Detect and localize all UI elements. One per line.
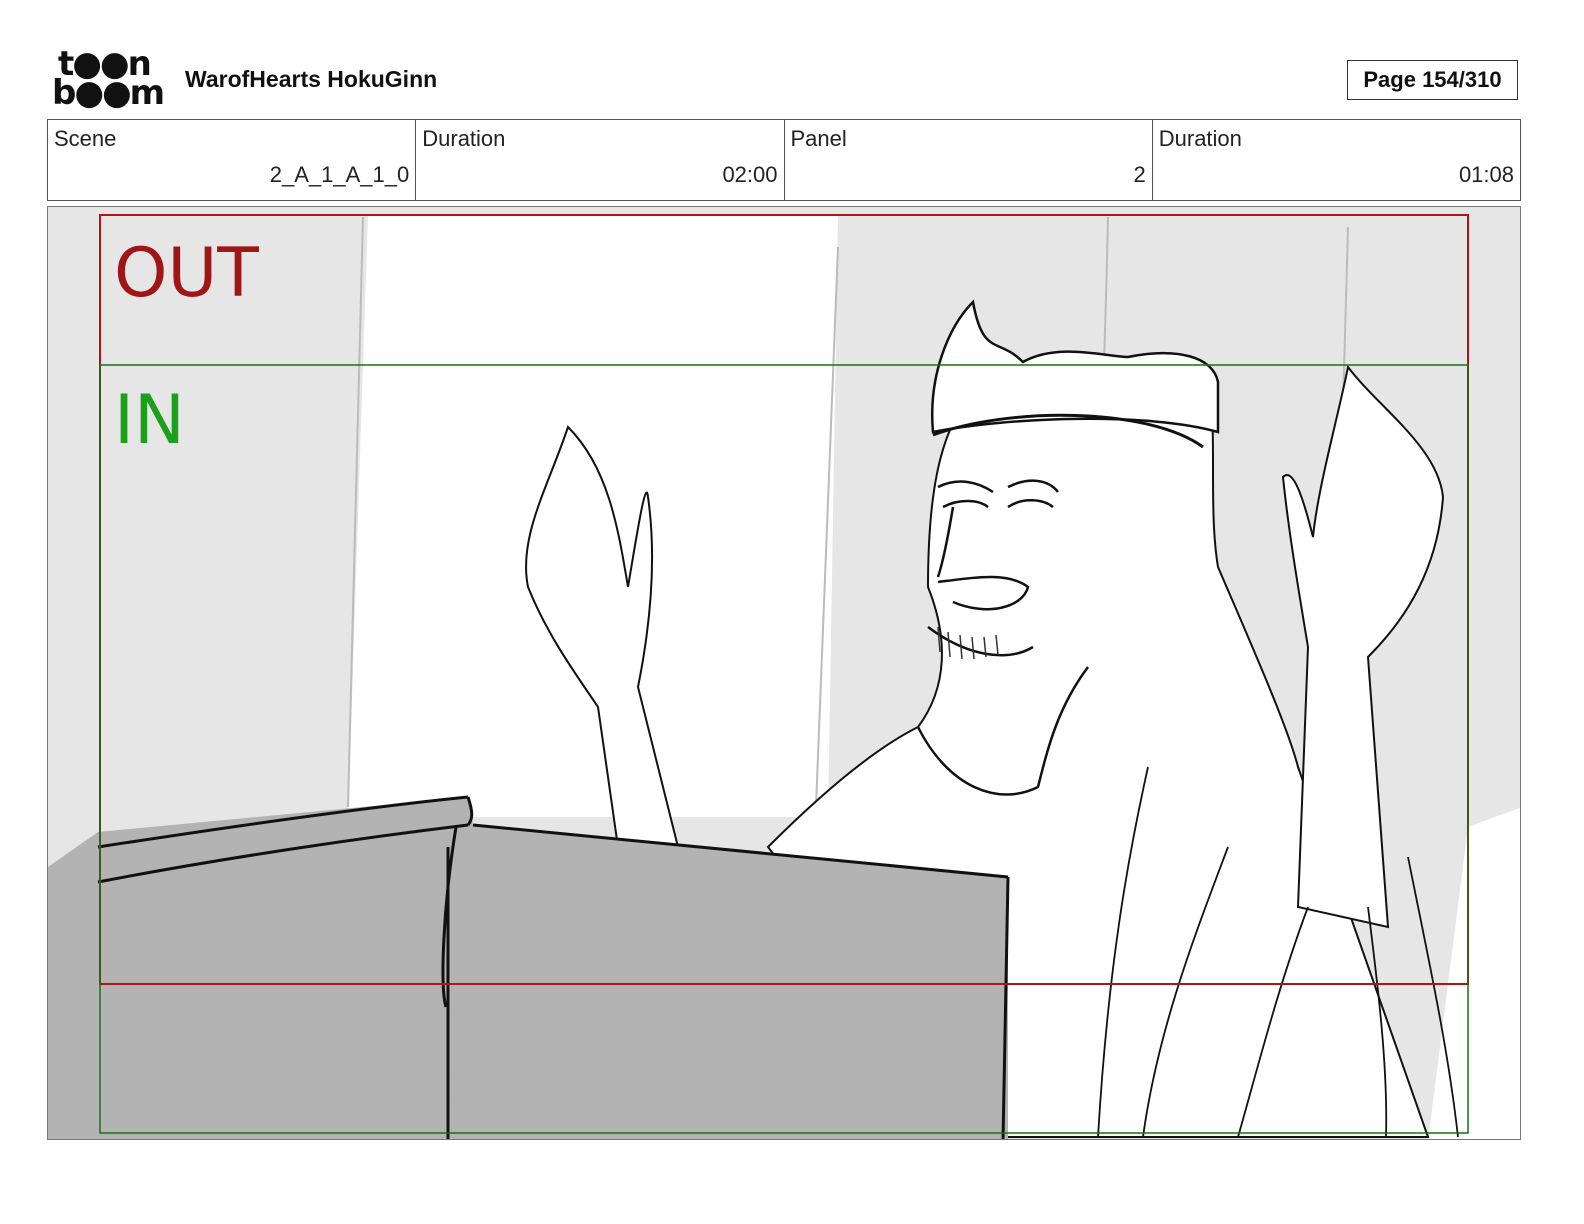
- scene-duration-label: Duration: [422, 126, 506, 151]
- scene-value: 2_A_1_A_1_0: [269, 162, 410, 187]
- storyboard-sketch: [48, 207, 1520, 1139]
- panel-cell: Panel 2: [785, 120, 1153, 200]
- out-label: OUT: [114, 234, 259, 313]
- logo-line-2: b●●m: [52, 73, 165, 113]
- scene-cell: Scene 2_A_1_A_1_0: [48, 120, 417, 200]
- toonboom-logo: t●●n b●●m: [52, 47, 165, 113]
- page-indicator: Page 154/310: [1347, 60, 1518, 100]
- panel-duration-cell: Duration 01:08: [1153, 120, 1520, 200]
- panel-duration-label: Duration: [1158, 126, 1242, 151]
- scene-duration-cell: Duration 02:00: [416, 120, 785, 200]
- panel-value: 2: [1133, 162, 1146, 187]
- scene-info-table: Scene 2_A_1_A_1_0 Duration 02:00 Panel 2…: [47, 119, 1521, 201]
- in-label: IN: [114, 381, 185, 460]
- page-label: Page 154/310: [1363, 67, 1502, 92]
- panel-duration-value: 01:08: [1458, 162, 1514, 187]
- scene-duration-value: 02:00: [722, 162, 778, 187]
- project-title: WarofHearts HokuGinn: [185, 66, 438, 92]
- storyboard-panel: OUT IN: [47, 206, 1521, 1140]
- scene-label: Scene: [54, 126, 117, 151]
- podium-left-side: [48, 797, 468, 1139]
- panel-label: Panel: [790, 126, 847, 151]
